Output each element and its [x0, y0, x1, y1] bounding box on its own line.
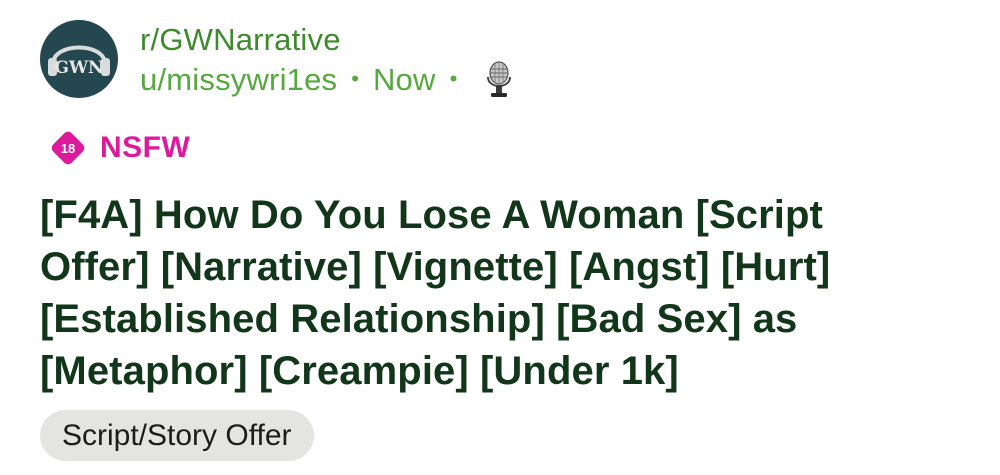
headphones-logo-icon: GWN	[48, 45, 110, 78]
avatar-logo-text: GWN	[54, 58, 103, 78]
meta-separator: •	[351, 66, 359, 91]
author-username[interactable]: u/missywri1es	[140, 62, 337, 98]
post-meta: u/missywri1es • Now •	[140, 60, 515, 100]
subreddit-name[interactable]: r/GWNarrative	[140, 22, 341, 58]
microphone-icon	[483, 60, 515, 100]
nsfw-badge-number: 18	[61, 141, 75, 156]
meta-separator: •	[449, 66, 458, 91]
post-header: GWN r/GWNarrative u/missywri1es • Now •	[40, 20, 960, 104]
post-title[interactable]: [F4A] How Do You Lose A Woman [Script Of…	[40, 189, 940, 397]
nsfw-label: NSFW	[100, 131, 191, 164]
nsfw-tag: 18 NSFW	[48, 128, 190, 168]
subreddit-avatar[interactable]: GWN	[40, 20, 118, 98]
nsfw-diamond-icon: 18	[48, 128, 88, 168]
post-time: Now	[372, 62, 436, 97]
post-flair[interactable]: Script/Story Offer	[40, 410, 314, 461]
